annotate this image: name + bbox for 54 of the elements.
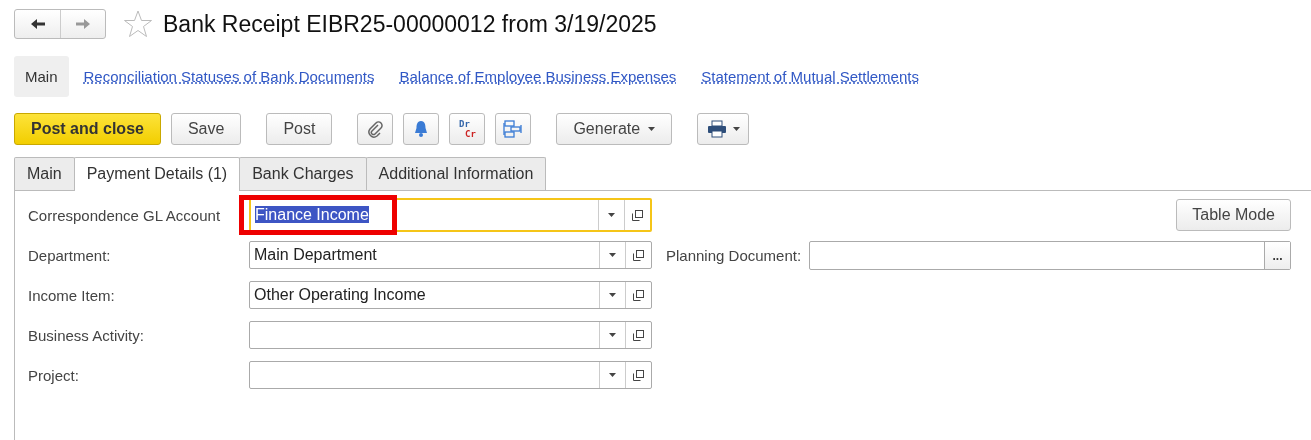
forward-arrow-icon <box>75 18 91 30</box>
section-link[interactable]: Statement of Mutual Settlements <box>691 56 929 97</box>
caret-icon <box>609 333 616 337</box>
bell-icon <box>413 120 430 138</box>
dropdown-field[interactable]: Main Department <box>249 241 652 269</box>
tab[interactable]: Bank Charges <box>239 157 367 190</box>
section-link[interactable]: Balance of Employee Business Expenses <box>389 56 687 97</box>
field-value: Finance Income <box>255 206 369 223</box>
tab[interactable]: Payment Details (1) <box>73 157 241 191</box>
open-window-icon <box>633 249 644 261</box>
tab[interactable]: Main <box>14 157 75 190</box>
back-arrow-icon <box>29 18 46 30</box>
toolbar-button[interactable]: Post <box>266 113 333 145</box>
table-mode-button[interactable]: Table Mode <box>1176 199 1291 231</box>
field-label: Project: <box>28 366 80 384</box>
field-label: Department: <box>28 246 112 264</box>
toolbar-button[interactable]: Save <box>170 113 242 145</box>
open-window-icon <box>633 369 644 381</box>
tab[interactable]: Additional Information <box>365 157 547 190</box>
post-and-close-button[interactable]: Post and close <box>14 113 161 145</box>
print-menu-button[interactable] <box>697 113 750 145</box>
toolbar-icon-button[interactable] <box>495 113 532 145</box>
field-value: Main Department <box>254 246 377 263</box>
field-value: Other Operating Income <box>254 286 426 303</box>
field-label: Correspondence GL Account <box>28 206 222 224</box>
dropdown-field[interactable] <box>249 321 652 349</box>
caret-icon <box>609 253 616 257</box>
star-icon[interactable] <box>123 10 153 38</box>
debit-credit-button[interactable]: Dr Cr <box>449 113 486 145</box>
toolbar-icon-button[interactable] <box>357 113 394 145</box>
caret-icon <box>609 373 616 377</box>
dropdown-field[interactable]: Finance Income <box>249 198 652 232</box>
caret-icon <box>609 293 616 297</box>
section-tab[interactable]: Main <box>14 56 69 97</box>
printer-icon <box>706 120 727 138</box>
planning-document-field[interactable]: ... <box>809 241 1291 270</box>
window-title: Bank Receipt EIBR25-00000012 from 3/19/2025 <box>163 10 657 38</box>
open-window-icon <box>633 289 644 301</box>
field-label: Income Item: <box>28 286 116 304</box>
field-label: Planning Document: <box>666 247 802 264</box>
open-window-icon <box>632 209 643 221</box>
dropdown-field[interactable] <box>249 361 652 389</box>
section-link[interactable]: Reconciliation Statuses of Bank Documents <box>73 56 385 97</box>
generate-menu-button[interactable]: Generate <box>556 113 673 145</box>
caret-icon <box>608 213 615 217</box>
field-label: Business Activity: <box>28 326 145 344</box>
structure-icon <box>503 119 524 139</box>
dropdown-field[interactable]: Other Operating Income <box>249 281 652 309</box>
caret-icon <box>732 127 740 131</box>
paperclip-icon <box>367 120 384 138</box>
toolbar-icon-button[interactable] <box>403 113 440 145</box>
select-button[interactable]: ... <box>1264 242 1290 269</box>
caret-icon <box>648 127 656 131</box>
open-window-icon <box>633 329 644 341</box>
